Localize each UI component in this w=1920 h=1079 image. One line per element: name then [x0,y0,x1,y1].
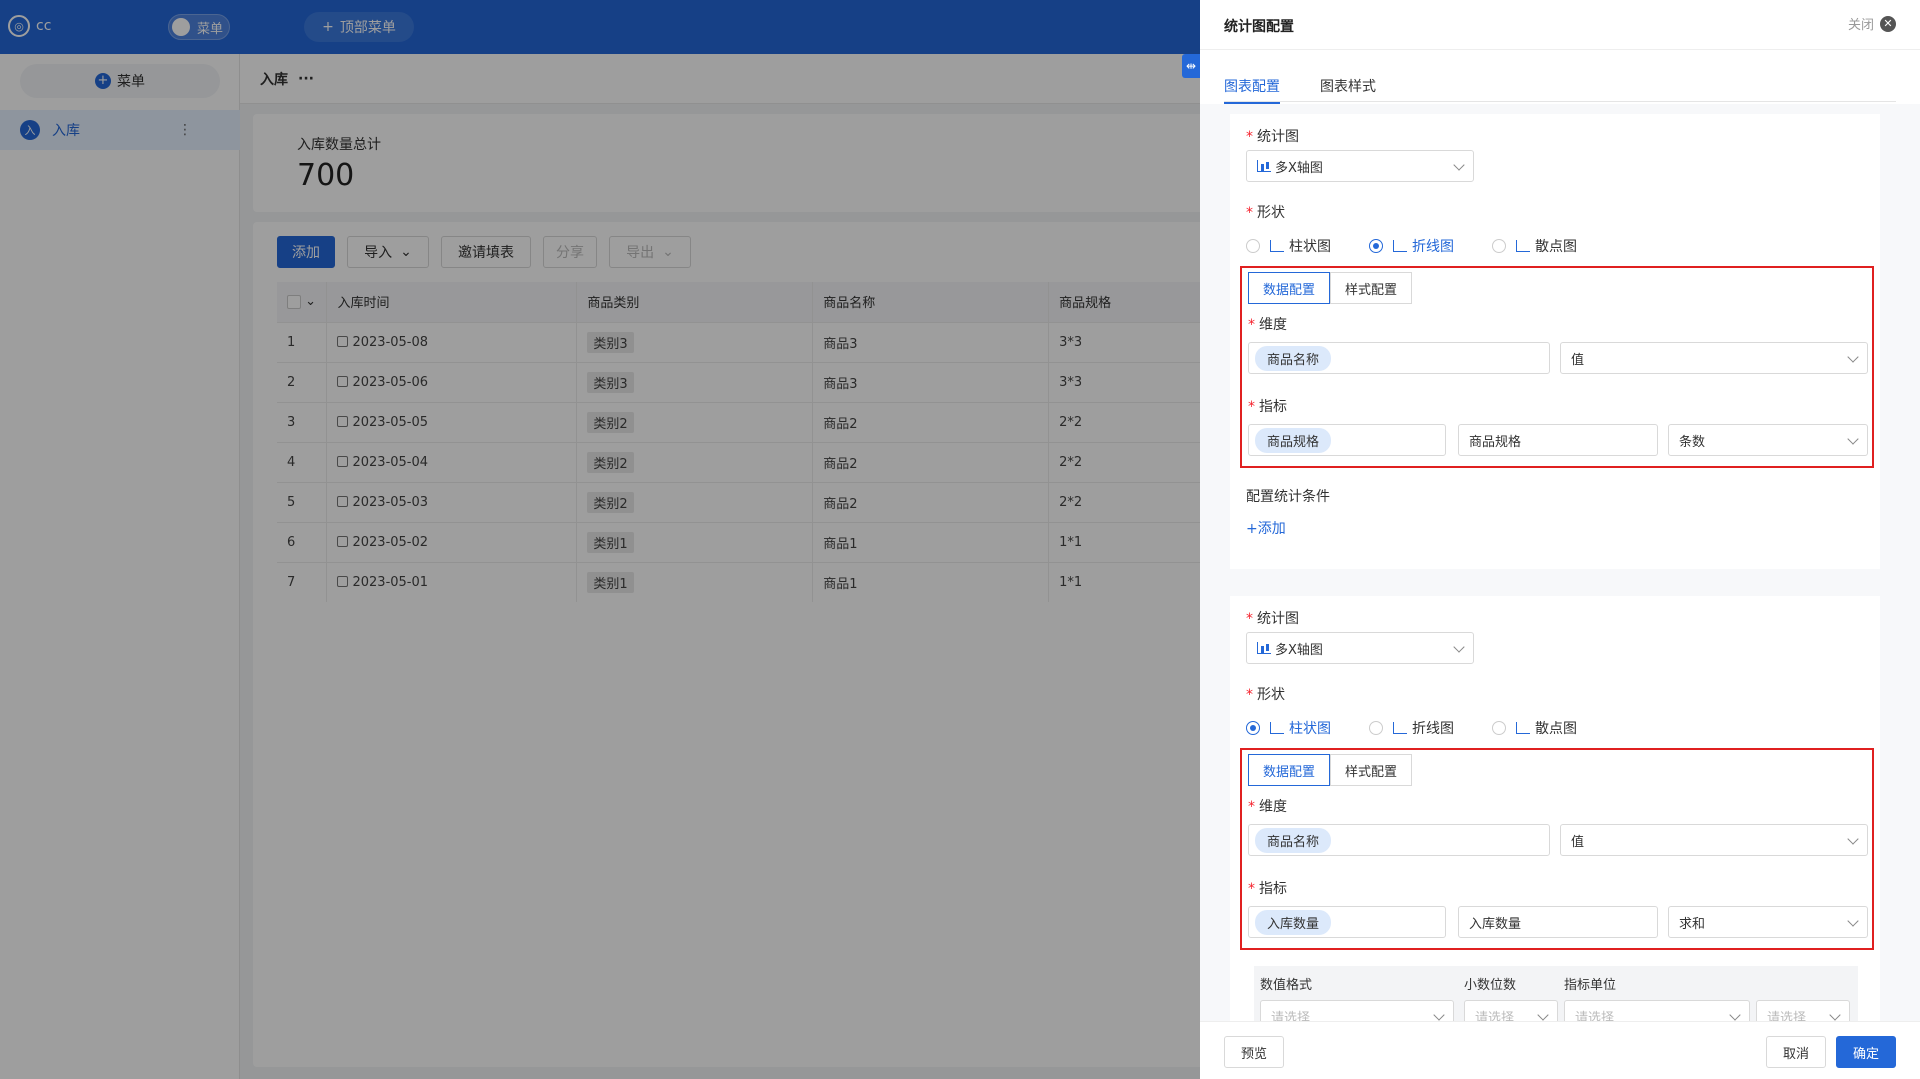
dimension-field[interactable]: 商品名称 [1248,342,1550,374]
tab-data-config[interactable]: 数据配置 [1248,754,1331,786]
scatter-chart-icon [1516,240,1530,252]
metric-label: * 指标 [1248,881,1287,897]
shape-label: * 形状 [1246,687,1285,703]
tab-chart-style[interactable]: 图表样式 [1320,76,1376,96]
drawer-body[interactable]: * 统计图 多X轴图 * 形状 柱状图 折线图 散点图 数据配置 样式配置 * 维度 … [1200,104,1920,1021]
metric-field[interactable]: 商品规格 [1248,424,1446,456]
data-config-highlight: 数据配置 样式配置 * 维度 商品名称 值 * 指标 商品规格 商品规格 条数 [1240,266,1874,468]
metric-aggregation-select[interactable]: 求和 [1668,906,1868,938]
dimension-label: * 维度 [1248,799,1287,815]
dimension-mode-select[interactable]: 值 [1560,824,1868,856]
line-chart-icon [1393,240,1407,252]
number-format-select[interactable]: 请选择 [1260,1000,1454,1021]
shape-bar-radio[interactable]: 柱状图 [1246,718,1331,738]
multi-axis-chart-icon [1257,160,1271,172]
data-config-highlight: 数据配置 样式配置 * 维度 商品名称 值 * 指标 入库数量 入库数量 求和 [1240,748,1874,950]
drawer-title: 统计图配置 [1224,19,1294,35]
scatter-chart-icon [1516,722,1530,734]
metric-alias-input[interactable]: 商品规格 [1458,424,1658,456]
metric-alias-input[interactable]: 入库数量 [1458,906,1658,938]
chevron-down-icon [1847,915,1859,927]
chart-label: * 统计图 [1246,129,1299,145]
tab-chart-config[interactable]: 图表配置 [1224,76,1280,104]
chart-config-drawer: 统计图配置 关闭 ✕ 图表配置 图表样式 * 统计图 多X轴图 * 形状 柱状图 折… [1200,0,1920,1079]
chart-type-select[interactable]: 多X轴图 [1246,150,1474,182]
multi-axis-chart-icon [1257,642,1271,654]
decimals-select[interactable]: 请选择 [1464,1000,1558,1021]
chevron-down-icon [1847,351,1859,363]
close-label: 关闭 [1847,18,1874,33]
chart-type-value: 多X轴图 [1275,642,1323,658]
metric-pill[interactable]: 商品规格 [1255,427,1332,453]
confirm-button[interactable]: 确定 [1836,1036,1896,1068]
decimals-label: 小数位数 [1464,978,1517,993]
drawer-header: 统计图配置 关闭 ✕ [1200,0,1920,50]
dimension-pill[interactable]: 商品名称 [1255,827,1332,853]
chart-section-1: * 统计图 多X轴图 * 形状 柱状图 折线图 散点图 数据配置 样式配置 * 维度 … [1230,114,1880,569]
add-condition-link[interactable]: +添加 [1246,518,1286,538]
line-chart-icon [1393,722,1407,734]
metric-field[interactable]: 入库数量 [1248,906,1446,938]
close-button[interactable]: 关闭 ✕ [1848,14,1896,33]
shape-bar-radio[interactable]: 柱状图 [1246,236,1331,256]
drawer-tabs: 图表配置 图表样式 [1224,66,1896,104]
bar-chart-icon [1270,240,1284,252]
dimension-pill[interactable]: 商品名称 [1255,345,1332,371]
unit-label: 指标单位 [1564,978,1617,993]
shape-line-radio[interactable]: 折线图 [1369,718,1454,738]
tab-style-config[interactable]: 样式配置 [1330,754,1413,786]
unit-position-select[interactable]: 请选择 [1756,1000,1850,1021]
tab-style-config[interactable]: 样式配置 [1330,272,1413,304]
shape-scatter-radio[interactable]: 散点图 [1492,718,1577,738]
number-format-label: 数值格式 [1260,978,1313,993]
config-subtabs: 数据配置 样式配置 [1248,754,1413,786]
shape-line-radio[interactable]: 折线图 [1369,236,1454,256]
close-icon: ✕ [1880,15,1896,32]
dimension-field[interactable]: 商品名称 [1248,824,1550,856]
unit-select[interactable]: 请选择 [1564,1000,1750,1021]
chevron-down-icon [1847,833,1859,845]
cancel-button[interactable]: 取消 [1766,1036,1826,1068]
tab-data-config[interactable]: 数据配置 [1248,272,1331,304]
bar-chart-icon [1270,722,1284,734]
drawer-footer: 预览 取消 确定 [1200,1021,1920,1079]
chevron-down-icon [1847,433,1859,445]
preview-button[interactable]: 预览 [1224,1036,1284,1068]
chart-section-2: * 统计图 多X轴图 * 形状 柱状图 折线图 散点图 数据配置 样式配置 * 维度 … [1230,596,1880,1021]
chart-label: * 统计图 [1246,611,1299,627]
shape-radio-group: 柱状图 折线图 散点图 [1246,236,1615,256]
chart-type-value: 多X轴图 [1275,160,1323,176]
dimension-mode-select[interactable]: 值 [1560,342,1868,374]
metric-pill[interactable]: 入库数量 [1255,909,1332,935]
number-format-panel: 数值格式 小数位数 指标单位 请选择 请选择 请选择 请选择 [1254,966,1858,1021]
config-subtabs: 数据配置 样式配置 [1248,272,1413,304]
chart-type-select[interactable]: 多X轴图 [1246,632,1474,664]
condition-label: 配置统计条件 [1246,489,1330,505]
shape-radio-group: 柱状图 折线图 散点图 [1246,718,1615,738]
metric-label: * 指标 [1248,399,1287,415]
resize-handle-icon[interactable]: ⇹ [1182,54,1200,78]
chevron-down-icon [1453,159,1465,171]
modal-overlay[interactable] [0,0,1200,1079]
metric-aggregation-select[interactable]: 条数 [1668,424,1868,456]
chevron-down-icon [1453,641,1465,653]
shape-label: * 形状 [1246,205,1285,221]
shape-scatter-radio[interactable]: 散点图 [1492,236,1577,256]
dimension-label: * 维度 [1248,317,1287,333]
